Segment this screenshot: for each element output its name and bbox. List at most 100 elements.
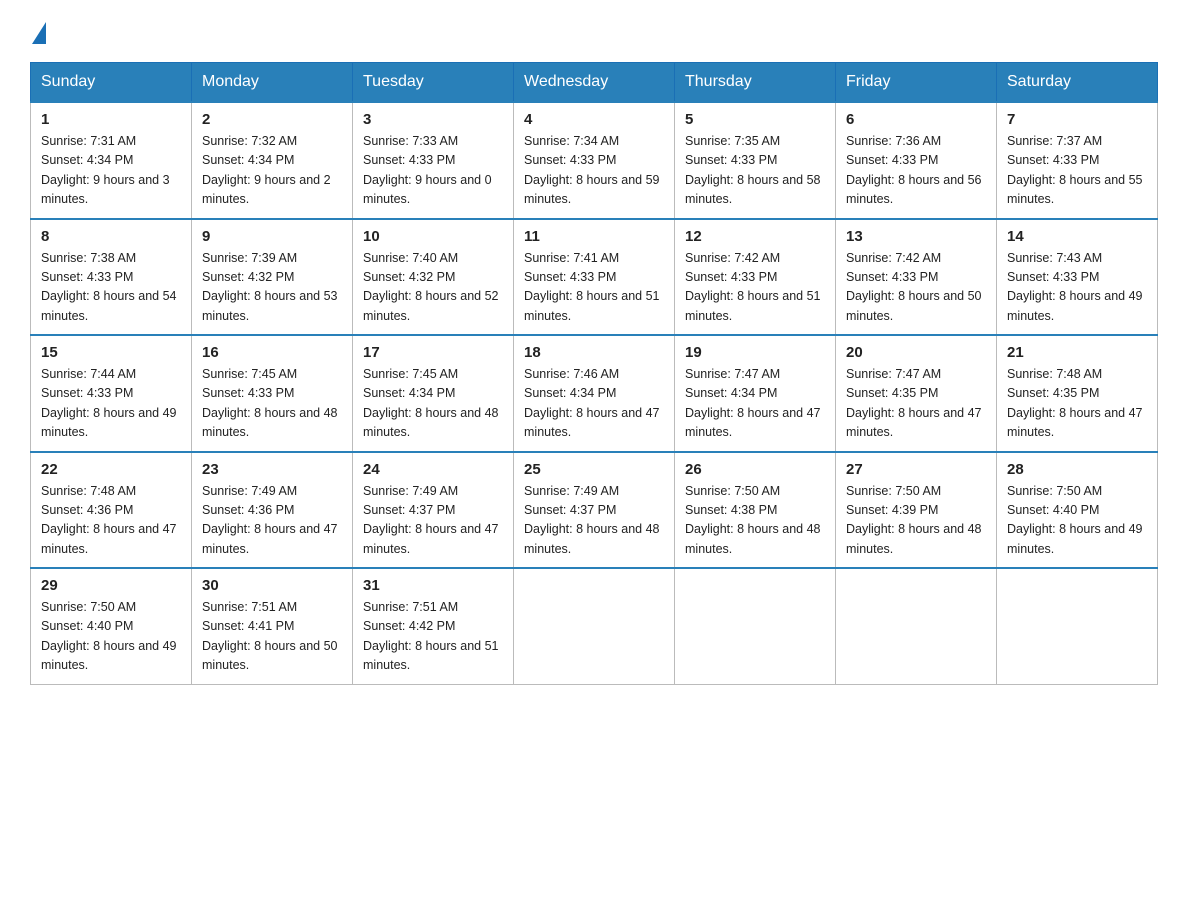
- day-info: Sunrise: 7:48 AMSunset: 4:36 PMDaylight:…: [41, 482, 181, 560]
- logo-triangle-icon: [32, 22, 46, 44]
- day-info: Sunrise: 7:45 AMSunset: 4:34 PMDaylight:…: [363, 365, 503, 443]
- calendar-day-header: Monday: [192, 63, 353, 103]
- day-info: Sunrise: 7:51 AMSunset: 4:42 PMDaylight:…: [363, 598, 503, 676]
- day-number: 14: [1007, 228, 1147, 245]
- day-info: Sunrise: 7:47 AMSunset: 4:35 PMDaylight:…: [846, 365, 986, 443]
- day-info: Sunrise: 7:41 AMSunset: 4:33 PMDaylight:…: [524, 249, 664, 327]
- day-info: Sunrise: 7:42 AMSunset: 4:33 PMDaylight:…: [685, 249, 825, 327]
- calendar-cell: 10 Sunrise: 7:40 AMSunset: 4:32 PMDaylig…: [353, 219, 514, 336]
- calendar-cell: 5 Sunrise: 7:35 AMSunset: 4:33 PMDayligh…: [675, 102, 836, 219]
- calendar-cell: 9 Sunrise: 7:39 AMSunset: 4:32 PMDayligh…: [192, 219, 353, 336]
- day-info: Sunrise: 7:40 AMSunset: 4:32 PMDaylight:…: [363, 249, 503, 327]
- day-info: Sunrise: 7:39 AMSunset: 4:32 PMDaylight:…: [202, 249, 342, 327]
- calendar-week-row: 22 Sunrise: 7:48 AMSunset: 4:36 PMDaylig…: [31, 452, 1158, 569]
- day-number: 8: [41, 228, 181, 245]
- calendar-cell: 29 Sunrise: 7:50 AMSunset: 4:40 PMDaylig…: [31, 568, 192, 684]
- day-number: 10: [363, 228, 503, 245]
- day-number: 30: [202, 577, 342, 594]
- calendar-table: SundayMondayTuesdayWednesdayThursdayFrid…: [30, 62, 1158, 685]
- calendar-cell: 17 Sunrise: 7:45 AMSunset: 4:34 PMDaylig…: [353, 335, 514, 452]
- day-number: 17: [363, 344, 503, 361]
- calendar-cell: [675, 568, 836, 684]
- day-info: Sunrise: 7:51 AMSunset: 4:41 PMDaylight:…: [202, 598, 342, 676]
- day-number: 25: [524, 461, 664, 478]
- day-number: 18: [524, 344, 664, 361]
- day-number: 12: [685, 228, 825, 245]
- calendar-week-row: 1 Sunrise: 7:31 AMSunset: 4:34 PMDayligh…: [31, 102, 1158, 219]
- calendar-week-row: 29 Sunrise: 7:50 AMSunset: 4:40 PMDaylig…: [31, 568, 1158, 684]
- day-info: Sunrise: 7:31 AMSunset: 4:34 PMDaylight:…: [41, 132, 181, 210]
- calendar-cell: 31 Sunrise: 7:51 AMSunset: 4:42 PMDaylig…: [353, 568, 514, 684]
- calendar-day-header: Friday: [836, 63, 997, 103]
- day-info: Sunrise: 7:50 AMSunset: 4:38 PMDaylight:…: [685, 482, 825, 560]
- day-info: Sunrise: 7:49 AMSunset: 4:36 PMDaylight:…: [202, 482, 342, 560]
- calendar-cell: 30 Sunrise: 7:51 AMSunset: 4:41 PMDaylig…: [192, 568, 353, 684]
- day-number: 2: [202, 111, 342, 128]
- day-info: Sunrise: 7:50 AMSunset: 4:40 PMDaylight:…: [41, 598, 181, 676]
- calendar-cell: 28 Sunrise: 7:50 AMSunset: 4:40 PMDaylig…: [997, 452, 1158, 569]
- day-number: 16: [202, 344, 342, 361]
- day-number: 7: [1007, 111, 1147, 128]
- calendar-cell: 20 Sunrise: 7:47 AMSunset: 4:35 PMDaylig…: [836, 335, 997, 452]
- calendar-cell: 12 Sunrise: 7:42 AMSunset: 4:33 PMDaylig…: [675, 219, 836, 336]
- day-number: 23: [202, 461, 342, 478]
- day-info: Sunrise: 7:33 AMSunset: 4:33 PMDaylight:…: [363, 132, 503, 210]
- day-number: 15: [41, 344, 181, 361]
- day-number: 11: [524, 228, 664, 245]
- day-number: 28: [1007, 461, 1147, 478]
- day-number: 6: [846, 111, 986, 128]
- day-number: 27: [846, 461, 986, 478]
- calendar-header-row: SundayMondayTuesdayWednesdayThursdayFrid…: [31, 63, 1158, 103]
- day-number: 21: [1007, 344, 1147, 361]
- calendar-cell: 8 Sunrise: 7:38 AMSunset: 4:33 PMDayligh…: [31, 219, 192, 336]
- day-info: Sunrise: 7:50 AMSunset: 4:39 PMDaylight:…: [846, 482, 986, 560]
- calendar-cell: 21 Sunrise: 7:48 AMSunset: 4:35 PMDaylig…: [997, 335, 1158, 452]
- calendar-day-header: Sunday: [31, 63, 192, 103]
- day-number: 1: [41, 111, 181, 128]
- calendar-day-header: Wednesday: [514, 63, 675, 103]
- calendar-cell: 1 Sunrise: 7:31 AMSunset: 4:34 PMDayligh…: [31, 102, 192, 219]
- day-info: Sunrise: 7:50 AMSunset: 4:40 PMDaylight:…: [1007, 482, 1147, 560]
- day-number: 3: [363, 111, 503, 128]
- calendar-cell: 14 Sunrise: 7:43 AMSunset: 4:33 PMDaylig…: [997, 219, 1158, 336]
- day-number: 20: [846, 344, 986, 361]
- calendar-day-header: Saturday: [997, 63, 1158, 103]
- calendar-cell: [997, 568, 1158, 684]
- day-number: 4: [524, 111, 664, 128]
- day-info: Sunrise: 7:49 AMSunset: 4:37 PMDaylight:…: [524, 482, 664, 560]
- day-info: Sunrise: 7:42 AMSunset: 4:33 PMDaylight:…: [846, 249, 986, 327]
- calendar-cell: 19 Sunrise: 7:47 AMSunset: 4:34 PMDaylig…: [675, 335, 836, 452]
- calendar-cell: [514, 568, 675, 684]
- day-number: 13: [846, 228, 986, 245]
- day-info: Sunrise: 7:46 AMSunset: 4:34 PMDaylight:…: [524, 365, 664, 443]
- logo-top: [30, 20, 46, 44]
- day-info: Sunrise: 7:38 AMSunset: 4:33 PMDaylight:…: [41, 249, 181, 327]
- day-number: 31: [363, 577, 503, 594]
- calendar-day-header: Tuesday: [353, 63, 514, 103]
- day-info: Sunrise: 7:48 AMSunset: 4:35 PMDaylight:…: [1007, 365, 1147, 443]
- logo: [30, 20, 46, 44]
- day-info: Sunrise: 7:34 AMSunset: 4:33 PMDaylight:…: [524, 132, 664, 210]
- calendar-day-header: Thursday: [675, 63, 836, 103]
- day-info: Sunrise: 7:36 AMSunset: 4:33 PMDaylight:…: [846, 132, 986, 210]
- calendar-cell: 15 Sunrise: 7:44 AMSunset: 4:33 PMDaylig…: [31, 335, 192, 452]
- day-number: 22: [41, 461, 181, 478]
- day-info: Sunrise: 7:44 AMSunset: 4:33 PMDaylight:…: [41, 365, 181, 443]
- calendar-cell: 11 Sunrise: 7:41 AMSunset: 4:33 PMDaylig…: [514, 219, 675, 336]
- calendar-cell: 25 Sunrise: 7:49 AMSunset: 4:37 PMDaylig…: [514, 452, 675, 569]
- calendar-cell: 13 Sunrise: 7:42 AMSunset: 4:33 PMDaylig…: [836, 219, 997, 336]
- calendar-cell: 23 Sunrise: 7:49 AMSunset: 4:36 PMDaylig…: [192, 452, 353, 569]
- day-info: Sunrise: 7:43 AMSunset: 4:33 PMDaylight:…: [1007, 249, 1147, 327]
- calendar-cell: 2 Sunrise: 7:32 AMSunset: 4:34 PMDayligh…: [192, 102, 353, 219]
- calendar-cell: 27 Sunrise: 7:50 AMSunset: 4:39 PMDaylig…: [836, 452, 997, 569]
- calendar-week-row: 8 Sunrise: 7:38 AMSunset: 4:33 PMDayligh…: [31, 219, 1158, 336]
- calendar-cell: 7 Sunrise: 7:37 AMSunset: 4:33 PMDayligh…: [997, 102, 1158, 219]
- day-number: 9: [202, 228, 342, 245]
- day-info: Sunrise: 7:49 AMSunset: 4:37 PMDaylight:…: [363, 482, 503, 560]
- day-number: 26: [685, 461, 825, 478]
- day-info: Sunrise: 7:47 AMSunset: 4:34 PMDaylight:…: [685, 365, 825, 443]
- calendar-cell: 16 Sunrise: 7:45 AMSunset: 4:33 PMDaylig…: [192, 335, 353, 452]
- calendar-cell: 22 Sunrise: 7:48 AMSunset: 4:36 PMDaylig…: [31, 452, 192, 569]
- day-info: Sunrise: 7:37 AMSunset: 4:33 PMDaylight:…: [1007, 132, 1147, 210]
- day-number: 5: [685, 111, 825, 128]
